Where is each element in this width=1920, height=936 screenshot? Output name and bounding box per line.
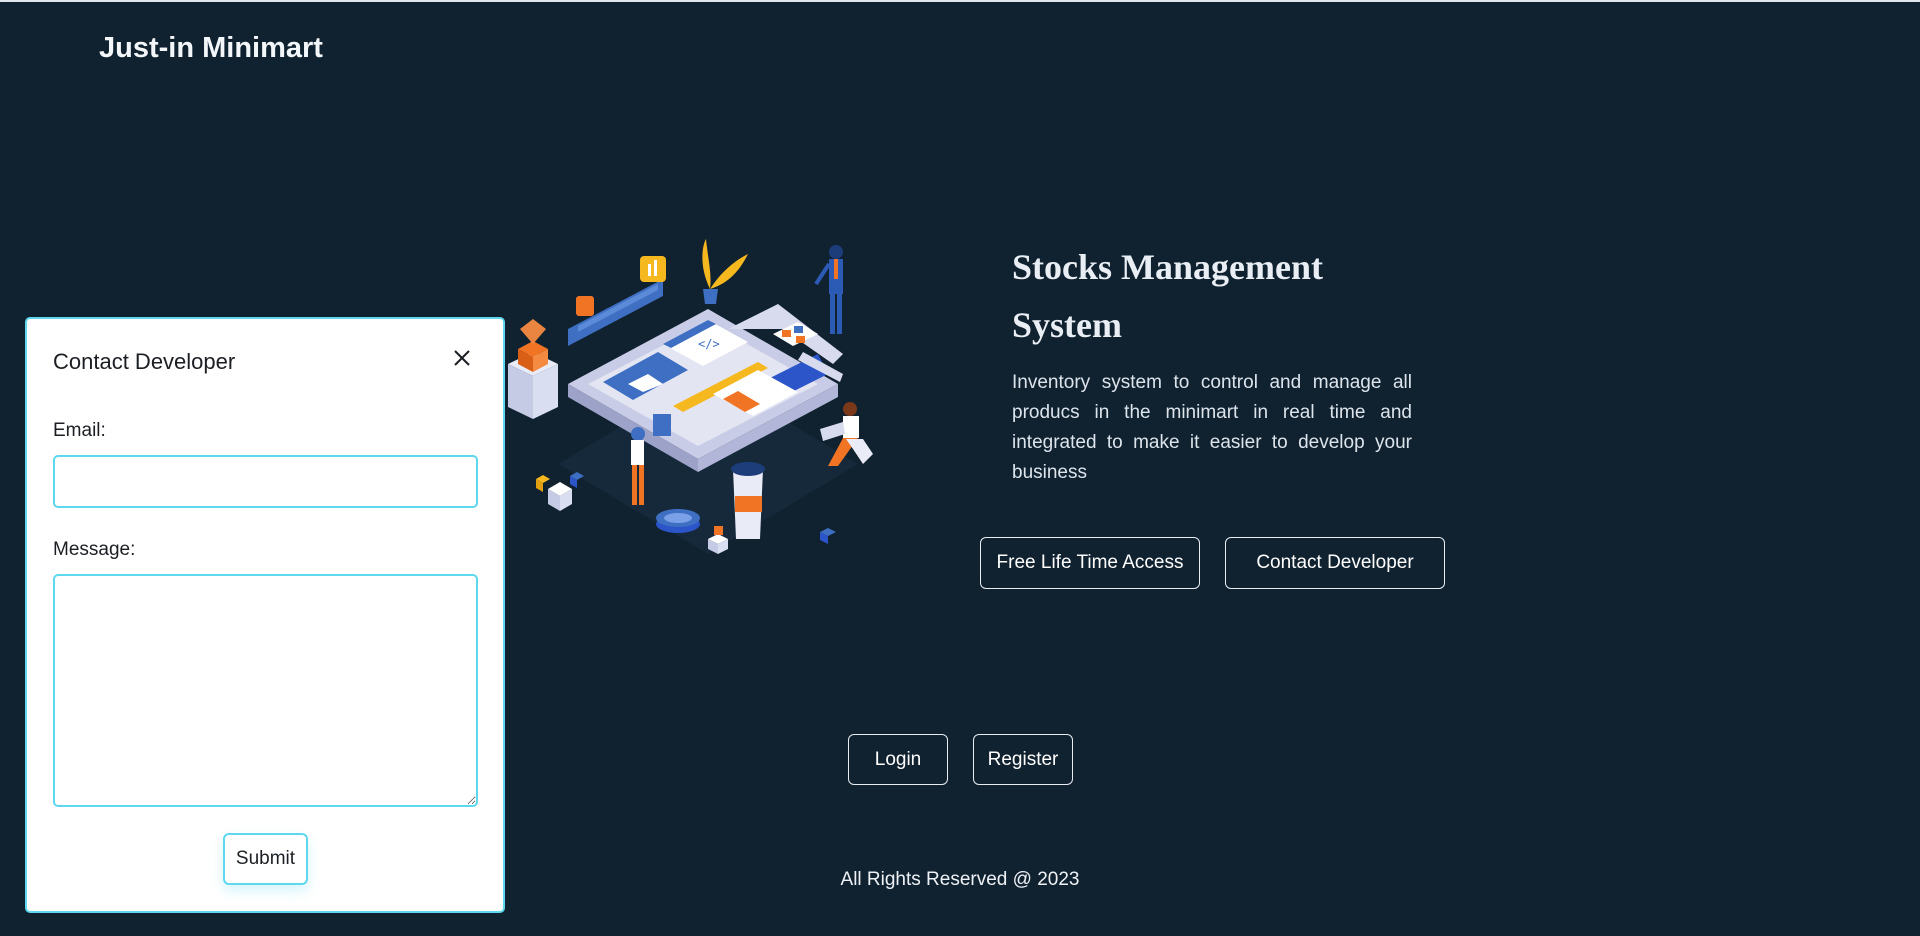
modal-title: Contact Developer	[53, 349, 236, 374]
hero-description: Inventory system to control and manage a…	[1012, 372, 1412, 483]
isometric-inventory-illustration: </>	[508, 239, 873, 554]
message-field[interactable]	[53, 574, 478, 807]
email-label: Email:	[53, 420, 106, 441]
free-access-button[interactable]: Free Life Time Access	[980, 537, 1200, 589]
email-field[interactable]	[53, 455, 478, 508]
register-button[interactable]: Register	[973, 734, 1073, 785]
svg-text:</>: </>	[698, 337, 720, 351]
message-label: Message:	[53, 539, 136, 560]
close-icon-glyph	[454, 350, 470, 366]
login-button[interactable]: Login	[848, 734, 948, 785]
contact-developer-modal: Contact Developer Email: Message: Submit	[25, 317, 505, 913]
hero-title: Stocks Management System	[1012, 247, 1323, 345]
landing-page: Just-in Minimart </> Stocks Management S…	[0, 0, 1920, 936]
close-icon[interactable]	[447, 343, 477, 373]
submit-button[interactable]: Submit	[223, 833, 308, 885]
footer-copyright: All Rights Reserved @ 2023	[840, 869, 1080, 890]
contact-developer-button[interactable]: Contact Developer	[1225, 537, 1445, 589]
brand-title: Just-in Minimart	[99, 32, 323, 64]
